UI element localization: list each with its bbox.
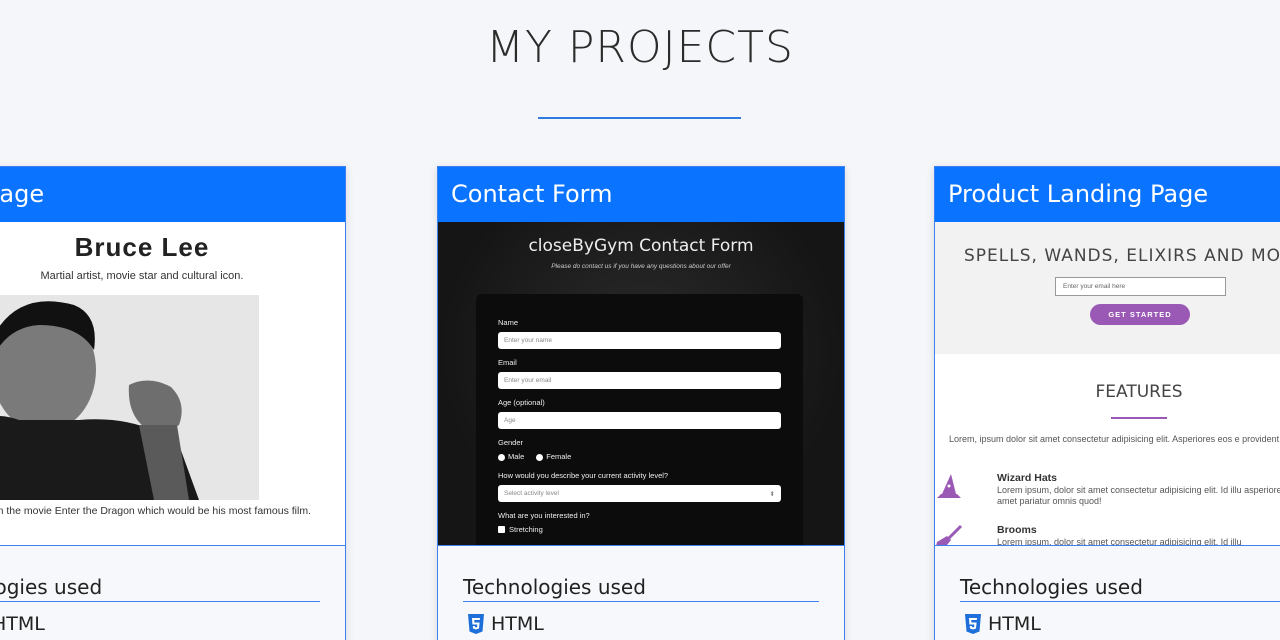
project-card-title[interactable]: Contact Form (438, 167, 844, 222)
tech-divider (960, 601, 1280, 602)
tech-divider (0, 601, 320, 602)
section-title: MY PROJECTS (486, 22, 794, 73)
field-label: Name (498, 318, 519, 327)
name-field: Enter your name (498, 332, 781, 349)
feature-name: Wizard Hats (997, 472, 1058, 484)
feature-desc: Lorem ipsum, dolor sit amet consectetur … (997, 537, 1242, 546)
tech-title: Technologies used (960, 575, 1143, 599)
gender-radios: Male Female (498, 452, 781, 461)
tribute-preview: Bruce Lee Martial artist, movie star and… (0, 222, 345, 545)
html5-icon (468, 614, 484, 634)
tech-item-html: HTML (964, 613, 1041, 635)
tech-title: Technologies used (463, 575, 646, 599)
project-card-tribute[interactable]: ute Page Bruce Lee Martial artist, movie… (0, 166, 346, 640)
features-underline (1111, 417, 1167, 419)
tech-label: HTML (491, 613, 544, 635)
html5-icon (965, 614, 981, 634)
tech-item-html: HTML (467, 613, 544, 635)
project-card-title[interactable]: ute Page (0, 167, 345, 222)
portrait-image (0, 295, 259, 500)
age-field: Age (498, 412, 781, 429)
radio-male: Male (508, 452, 525, 461)
interest-label: What are you interested in? (498, 511, 590, 520)
broom-icon (936, 524, 963, 545)
tech-label: HTML (988, 613, 1041, 635)
activity-select: Select activity level ⬍ (498, 485, 781, 502)
feature-desc: Lorem ipsum, dolor sit amet consectetur … (997, 485, 1280, 506)
gym-subtitle: Please do contact us if you have any que… (551, 263, 731, 270)
wizard-hat-icon (937, 474, 961, 498)
tribute-photo (0, 295, 259, 500)
project-card-product-landing[interactable]: Product Landing Page SPELLS, WANDS, ELIX… (934, 166, 1280, 640)
field-label: Age (optional) (498, 398, 545, 407)
tech-item-html: HTML (0, 613, 45, 635)
radio-icon (498, 453, 505, 461)
activity-select-value: Select activity level (504, 490, 559, 497)
project-preview[interactable]: SPELLS, WANDS, ELIXIRS AND MO Enter your… (935, 222, 1280, 546)
field-label: Email (498, 358, 517, 367)
email-field: Enter your email (498, 372, 781, 389)
interest-checkbox: Stretching (498, 525, 781, 534)
feature-name: Brooms (997, 524, 1037, 536)
radio-female: Female (546, 452, 572, 461)
features-text: Lorem, ipsum dolor sit amet consectetur … (949, 434, 1280, 444)
tribute-heading: Bruce Lee (74, 232, 210, 262)
project-preview[interactable]: Bruce Lee Martial artist, movie star and… (0, 222, 345, 546)
tech-label: HTML (0, 613, 45, 635)
activity-label: How would you describe your current acti… (498, 471, 669, 480)
contact-form-preview: closeByGym Contact Form Please do contac… (438, 222, 844, 545)
radio-icon (536, 453, 544, 461)
checkbox-icon (498, 526, 505, 533)
gender-label: Gender (498, 438, 524, 447)
landing-hero: SPELLS, WANDS, ELIXIRS AND MO Enter your… (935, 222, 1280, 354)
project-card-title[interactable]: Product Landing Page (935, 167, 1280, 222)
tribute-caption: Lee in the movie Enter the Dragon which … (0, 505, 311, 517)
title-underline (538, 117, 741, 119)
landing-preview: SPELLS, WANDS, ELIXIRS AND MO Enter your… (935, 222, 1280, 545)
project-card-contact-form[interactable]: Contact Form closeByGym Contact Form Ple… (437, 166, 845, 640)
gym-title: closeByGym Contact Form (528, 236, 754, 256)
checkbox-label: Stretching (509, 525, 543, 534)
project-preview[interactable]: closeByGym Contact Form Please do contac… (438, 222, 844, 546)
gym-form: Name Enter your name Email Enter your em… (476, 294, 803, 545)
tribute-subheading: Martial artist, movie star and cultural … (40, 270, 244, 282)
landing-email-input: Enter your email here (1055, 277, 1226, 296)
tech-title: nologies used (0, 575, 103, 599)
landing-heading: SPELLS, WANDS, ELIXIRS AND MO (964, 246, 1280, 266)
get-started-button: GET STARTED (1090, 304, 1190, 325)
features-title: FEATURES (1095, 382, 1183, 402)
select-arrow-icon: ⬍ (769, 491, 775, 498)
tech-divider (463, 601, 819, 602)
